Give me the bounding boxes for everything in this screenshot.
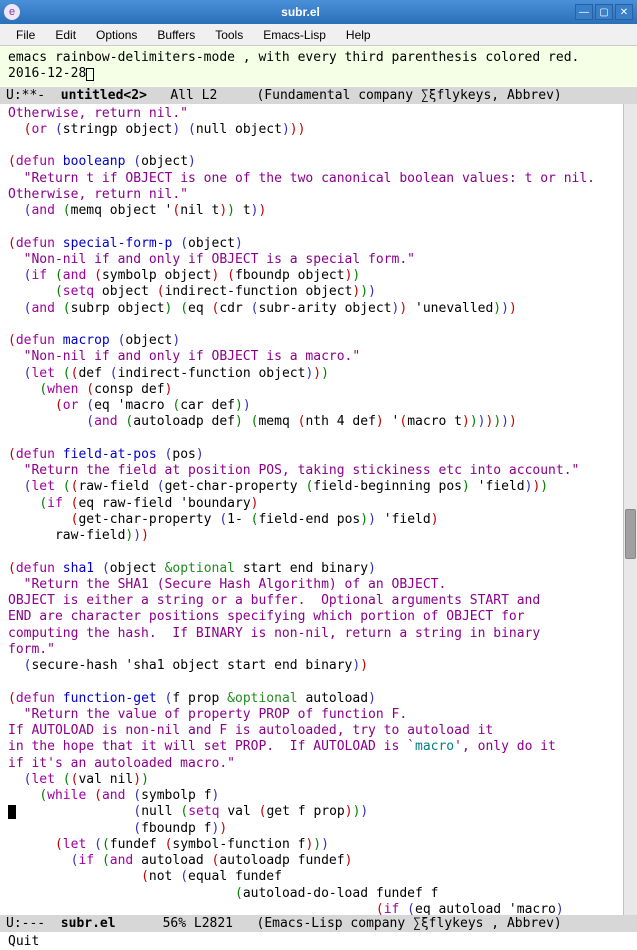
scroll-thumb[interactable]	[625, 509, 636, 559]
modeline-mode: (Fundamental company ∑ξflykeys, Abbrev)	[256, 88, 561, 103]
modeline2-prefix: U:---	[6, 916, 45, 931]
modeline-buffer: untitled<2>	[61, 88, 147, 103]
modeline-top[interactable]: U:**- untitled<2> All L2 (Fundamental co…	[0, 87, 637, 104]
top-line-2: 2016-12-28	[8, 66, 86, 81]
modeline2-buffer: subr.el	[61, 916, 116, 931]
menu-options[interactable]: Options	[86, 26, 147, 44]
editor-area: Otherwise, return nil." (or (stringp obj…	[0, 104, 637, 916]
maximize-button[interactable]: ▢	[595, 4, 613, 20]
window-title: subr.el	[26, 5, 575, 19]
window-controls: — ▢ ✕	[575, 4, 633, 20]
code-line: Otherwise, return nil."	[8, 106, 188, 121]
app-icon: e	[4, 4, 20, 20]
top-buffer[interactable]: emacs rainbow-delimiters-mode , with eve…	[0, 46, 637, 87]
top-line-1: emacs rainbow-delimiters-mode , with eve…	[8, 50, 579, 65]
cursor-icon	[86, 68, 94, 81]
modeline2-mode: (Emacs-Lisp company ∑ξflykeys , Abbrev)	[257, 916, 562, 931]
titlebar: e subr.el — ▢ ✕	[0, 0, 637, 24]
minimize-button[interactable]: —	[575, 4, 593, 20]
menu-help[interactable]: Help	[336, 26, 381, 44]
menu-file[interactable]: File	[6, 26, 45, 44]
modeline-prefix: U:**-	[6, 88, 45, 103]
menu-emacs-lisp[interactable]: Emacs-Lisp	[253, 26, 336, 44]
minibuffer-text: Quit	[8, 934, 39, 949]
scrollbar[interactable]	[623, 104, 637, 916]
modeline2-pos: 56% L2821	[163, 916, 233, 931]
minibuffer[interactable]: Quit	[0, 932, 637, 950]
code-buffer[interactable]: Otherwise, return nil." (or (stringp obj…	[0, 104, 623, 916]
menubar: File Edit Options Buffers Tools Emacs-Li…	[0, 24, 637, 46]
modeline-pos: All L2	[170, 88, 217, 103]
close-button[interactable]: ✕	[615, 4, 633, 20]
modeline-bottom[interactable]: U:--- subr.el 56% L2821 (Emacs-Lisp comp…	[0, 915, 637, 932]
point-cursor-icon	[8, 805, 16, 819]
menu-buffers[interactable]: Buffers	[147, 26, 205, 44]
menu-edit[interactable]: Edit	[45, 26, 86, 44]
menu-tools[interactable]: Tools	[205, 26, 253, 44]
